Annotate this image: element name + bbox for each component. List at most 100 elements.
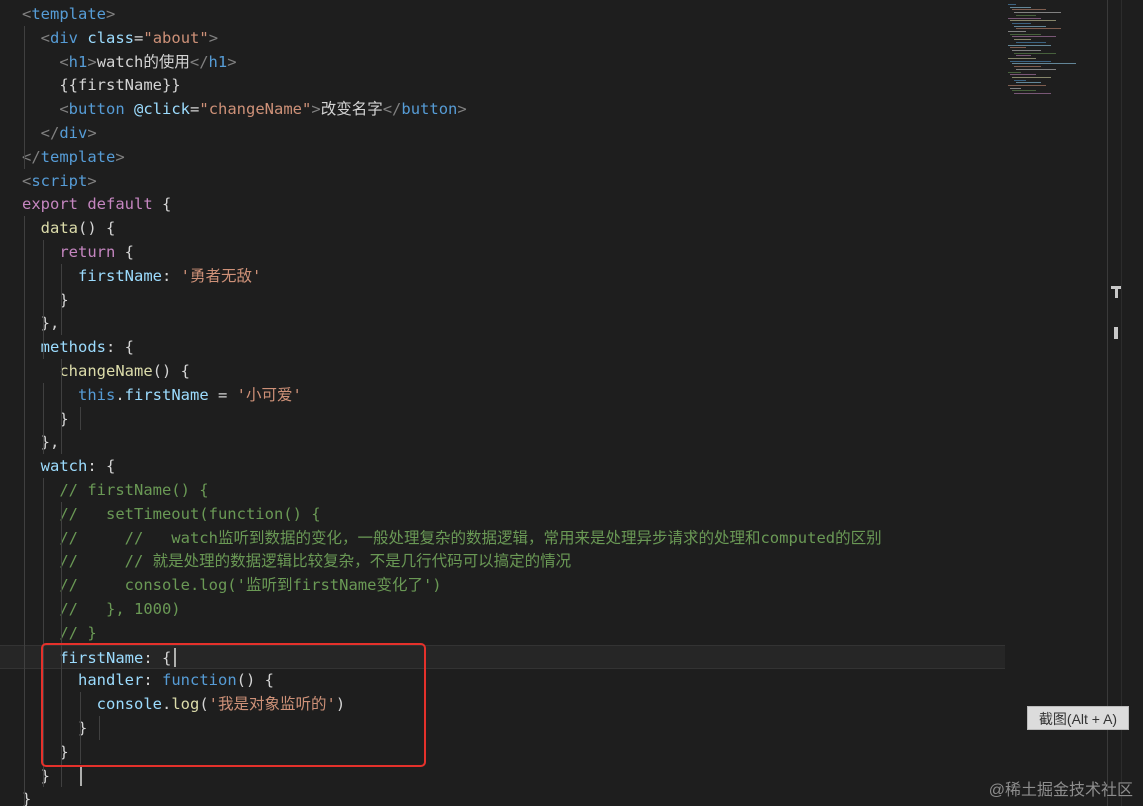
minimap-line [1008,4,1016,5]
screenshot-tooltip: 截图(Alt + A) [1027,706,1129,730]
code-token: // console.log('监听到firstName变化了') [59,576,442,595]
code-line[interactable]: <div class="about"> [0,26,218,50]
code-token: { [152,195,172,214]
code-token: data [40,219,78,238]
code-line[interactable]: }, [0,430,60,454]
code-line[interactable]: </div> [0,121,97,145]
minimap-line [1012,90,1036,92]
code-token: h1 [208,52,228,71]
minimap-line [1016,55,1031,57]
minimap-line [1014,12,1061,14]
code-line[interactable]: export default { [0,192,171,216]
code-line[interactable]: changeName() { [0,359,190,383]
code-line[interactable]: // firstName() { [0,478,208,502]
code-line[interactable]: } [0,787,31,806]
code-token: > [87,52,97,71]
code-line[interactable]: // }, 1000) [0,597,180,621]
code-line[interactable]: <button @click="changeName">改变名字</button… [0,97,466,121]
minimap-line [1008,44,1051,46]
minimap[interactable] [1005,0,1107,806]
minimap-line [1008,85,1046,86]
code-token: script [31,171,88,190]
indent-guide [24,216,25,806]
code-token: methods [40,338,106,357]
minimap-line [1010,6,1031,8]
minimap-line [1014,66,1041,68]
code-token: () { [78,219,116,238]
code-token: button [401,100,458,119]
code-token: : { [106,338,134,357]
code-token: '勇者无敌' [180,266,262,285]
minimap-line [1008,58,1036,59]
minimap-line [1012,49,1041,51]
highlight-annotation-box [41,643,426,767]
code-token: < [22,171,32,190]
code-line[interactable]: data() { [0,216,116,240]
code-token: export [22,195,78,214]
code-line[interactable]: // setTimeout(function() { [0,502,321,526]
minimap-line [1012,36,1056,38]
minimap-line [1010,33,1041,35]
code-line[interactable]: watch: { [0,454,116,478]
minimap-line [1012,22,1031,24]
code-token: = [208,385,237,404]
overview-ruler [1121,0,1143,806]
code-token: div [59,124,88,142]
minimap-line [1016,82,1041,84]
code-token: // setTimeout(function() { [59,504,321,523]
minimap-line [1014,93,1051,95]
code-line[interactable]: firstName: '勇者无敌' [0,264,261,288]
code-line[interactable]: // // watch监听到数据的变化，一般处理复杂的数据逻辑，常用来是处理异步… [0,526,881,550]
minimap-line [1008,71,1021,73]
code-token: // } [59,623,97,642]
code-token: > [87,124,97,142]
vertical-scrollbar[interactable] [1107,0,1121,806]
code-token: changeName [59,362,153,380]
code-line[interactable]: <h1>watch的使用</h1> [0,50,236,74]
code-line[interactable]: // // 就是处理的数据逻辑比较复杂，不是几行代码可以搞定的情况 [0,549,571,573]
code-line[interactable]: <template> [0,2,115,26]
code-token: < [59,100,69,119]
code-token: button [68,100,125,119]
minimap-line [1016,68,1056,70]
indent-guide [24,49,25,145]
minimap-line [1016,41,1046,43]
code-token: watch的使用 [96,52,190,71]
code-line[interactable]: methods: { [0,335,134,359]
indent-guide [61,263,63,336]
code-line[interactable]: // console.log('监听到firstName变化了') [0,573,442,597]
code-line[interactable]: }, [0,311,60,335]
code-line[interactable]: return { [0,240,134,264]
code-token: </ [189,52,209,71]
minimap-line [1008,31,1026,32]
code-line[interactable]: this.firstName = '小可爱' [0,383,302,407]
code-token: div [50,28,79,47]
text-cursor [80,766,83,786]
code-line[interactable]: } [0,407,68,431]
minimap-line [1012,9,1046,11]
code-token: < [22,5,32,23]
code-token: class [87,28,135,47]
code-line[interactable]: } [0,288,68,312]
code-token: () { [152,362,190,380]
code-token: h1 [68,52,88,71]
indent-guide [80,406,82,431]
minimap-line [1016,28,1061,30]
code-token: this [78,385,116,404]
code-line[interactable]: {{firstName}} [0,73,180,97]
code-token: = [134,28,144,47]
code-token: firstName [78,266,162,285]
code-line[interactable]: // } [0,621,97,645]
code-line[interactable]: <script> [0,169,97,193]
code-token: > [311,100,321,119]
scroll-thumb[interactable] [1115,289,1118,298]
code-line[interactable]: </template> [0,145,125,169]
